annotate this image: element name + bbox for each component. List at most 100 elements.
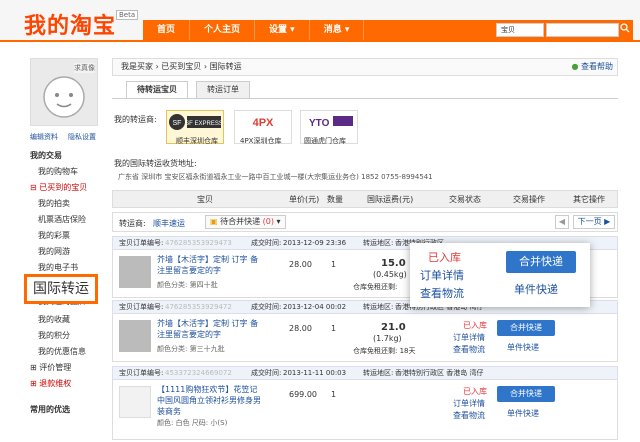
breadcrumb-path[interactable]: 我是买家 › 已买到宝贝 › 国际转运 — [121, 62, 242, 71]
order-detail-link[interactable]: 订单详情 — [453, 332, 485, 343]
expand-icon: ⊞ — [30, 363, 40, 372]
chevron-down-icon: ▾ — [276, 217, 281, 226]
top-header: 我的淘宝 Beta 首页 个人主页 设置 ▾ 消息 ▾ 宝贝 — [0, 0, 640, 42]
nav-messages[interactable]: 消息 ▾ — [310, 20, 365, 40]
tab-pending-items[interactable]: 待转运宝贝 — [126, 81, 188, 99]
sidebar-item-intl-transfer-highlight[interactable]: 国际转运 — [24, 274, 98, 304]
left-sidebar: 求真像 编辑资料 隐私设置 我的交易 我的购物车 ⊟ 已买到的宝贝 我的拍卖 机… — [22, 52, 106, 442]
taobao-logo[interactable]: 我的淘宝 — [24, 8, 116, 40]
carrier-4px-name: 4PX — [253, 117, 274, 129]
unit-price: 28.00 — [289, 324, 312, 333]
callout-single-link[interactable]: 单件快递 — [514, 281, 558, 297]
edit-profile-link[interactable]: 编辑资料 — [30, 132, 58, 142]
unit-price: 28.00 — [289, 260, 312, 269]
tab-transfer-orders[interactable]: 转运订单 — [196, 81, 250, 99]
view-logistics-link[interactable]: 查看物流 — [453, 344, 485, 355]
callout-logistics-link[interactable]: 查看物流 — [420, 285, 464, 301]
help-link-label: 查看帮助 — [581, 62, 613, 71]
order-no-label: 宝贝订单编号: — [119, 239, 164, 247]
tab-bar: 待转运宝贝 转运订单 — [126, 81, 258, 99]
product-title-link[interactable]: 芥墙【木活字】定制 订字 备注里留言要定的字 — [157, 254, 263, 276]
carrier-4px-caption: 4PX深圳仓库 — [240, 137, 282, 145]
sidebar-item-cart[interactable]: 我的购物车 — [38, 166, 78, 177]
product-sku: 颜色分类: 第三十九批 — [157, 345, 225, 353]
search-icon[interactable] — [620, 23, 632, 37]
sidebar-item-travel[interactable]: 机票酒店保险 — [38, 214, 86, 225]
merge-shipping-button[interactable]: 合并快递 — [497, 320, 555, 336]
order-no-label: 宝贝订单编号: — [119, 303, 164, 311]
sf-express-logo-icon: SF SF EXPRESS — [169, 114, 223, 130]
shipping-fee: 15.0 — [381, 258, 406, 269]
sidebar-item-favorites[interactable]: 我的收藏 — [38, 314, 70, 325]
order-region-label: 转运地区: — [363, 369, 394, 377]
merge-pending-dropdown[interactable]: ▣ 待合并快递 (0) ▾ — [205, 215, 286, 229]
col-status: 交易状态 — [449, 195, 481, 204]
order-status: 已入库 — [463, 321, 487, 330]
product-thumbnail[interactable] — [119, 386, 151, 418]
callout-merge-button[interactable]: 合并快递 — [506, 251, 576, 273]
sidebar-item-auction[interactable]: 我的拍卖 — [38, 198, 70, 209]
single-shipping-link[interactable]: 单件快递 — [507, 342, 539, 353]
order-row: 【1111购物狂欢节】花笠记中国风圆角立领衬衫男修身男装商务 颜色: 白色 尺码… — [112, 380, 618, 440]
filter-carrier-link[interactable]: 顺丰速运 — [153, 218, 185, 229]
main-nav: 首页 个人主页 设置 ▾ 消息 ▾ 宝贝 — [143, 20, 633, 40]
carrier-yto-name: YTO — [309, 118, 330, 129]
search-type-select[interactable]: 宝贝 — [496, 23, 544, 37]
sidebar-section-trade: 我的交易 — [30, 151, 62, 160]
order-no: 476285353929472 — [165, 303, 232, 311]
sidebar-section-favorites: 常用的优选 — [30, 405, 70, 414]
order-detail-link[interactable]: 订单详情 — [453, 398, 485, 409]
carriers-label: 我的转运商: — [114, 115, 157, 124]
avatar[interactable]: 求真像 — [30, 58, 98, 126]
privacy-settings-link[interactable]: 隐私设置 — [68, 132, 96, 142]
callout-order-detail-link[interactable]: 订单详情 — [420, 267, 464, 283]
tab-divider — [112, 98, 618, 99]
merge-pending-label: 待合并快递 — [220, 217, 261, 226]
sidebar-item-reviews[interactable]: ⊞ 评价管理 — [30, 362, 71, 373]
sidebar-item-reviews-label: 评价管理 — [39, 363, 72, 372]
sidebar-item-lottery[interactable]: 我的彩票 — [38, 230, 70, 241]
sidebar-item-games[interactable]: 我的网游 — [38, 246, 70, 257]
col-fee: 国际运费(元) — [367, 195, 414, 204]
nav-home[interactable]: 首页 — [143, 20, 191, 40]
next-page-button[interactable]: 下一页 ▶ — [573, 215, 615, 229]
product-title-link[interactable]: 【1111购物狂欢节】花笠记中国风圆角立领衬衫男修身男装商务 — [157, 384, 263, 417]
merge-shipping-button[interactable]: 合并快递 — [497, 386, 555, 402]
order-time: 2013-12-04 00:02 — [283, 303, 347, 311]
order-time: 2013-11-11 00:03 — [283, 369, 347, 377]
sidebar-item-bought[interactable]: ⊟ 已买到的宝贝 — [30, 182, 87, 193]
nav-settings[interactable]: 设置 ▾ — [255, 20, 310, 40]
col-item: 宝贝 — [197, 195, 213, 204]
free-storage-label: 仓库免租还剩: — [353, 283, 398, 291]
order-region-label: 转运地区: — [363, 239, 394, 247]
free-storage-days: 18天 — [399, 347, 416, 355]
sidebar-item-refund[interactable]: ⊞ 退款维权 — [30, 378, 71, 389]
prev-page-button[interactable]: ◀ — [555, 215, 569, 229]
help-link[interactable]: ● 查看帮助 — [571, 59, 613, 75]
order-header: 宝贝订单编号: 453372324669072 成交时间: 2013-11-11… — [112, 366, 618, 380]
table-header: 宝贝 单价(元) 数量 国际运费(元) 交易状态 交易操作 其它操作 — [112, 190, 618, 208]
yto-logo-icon: YTO — [309, 116, 353, 129]
free-storage-label: 仓库免租还剩: 18天 — [353, 346, 416, 356]
order-time: 2013-12-09 23:36 — [283, 239, 347, 247]
beta-badge: Beta — [116, 10, 139, 20]
search-input[interactable] — [546, 23, 619, 37]
avatar-caption: 求真像 — [74, 63, 95, 73]
order-row: 芥墙【木活字】定制 订字 备注里留言要定的字 颜色分类: 第三十九批 28.00… — [112, 314, 618, 362]
sidebar-item-ebook[interactable]: 我的电子书 — [38, 262, 78, 273]
order-time-label: 成交时间: — [251, 239, 282, 247]
filter-bar: 转运商: 顺丰速运 ▣ 待合并快递 (0) ▾ ◀ 下一页 ▶ — [112, 212, 618, 232]
order-region-label: 转运地区: — [363, 303, 394, 311]
sidebar-item-points[interactable]: 我的积分 — [38, 330, 70, 341]
product-title-link[interactable]: 芥墙【木活字】定制 订字 备注里留言要定的字 — [157, 318, 263, 340]
single-shipping-link[interactable]: 单件快递 — [507, 408, 539, 419]
nav-profile[interactable]: 个人主页 — [190, 20, 256, 40]
sidebar-item-bought-label: 已买到的宝贝 — [39, 183, 88, 192]
view-logistics-link[interactable]: 查看物流 — [453, 410, 485, 421]
product-thumbnail[interactable] — [119, 256, 151, 288]
order-time-label: 成交时间: — [251, 303, 282, 311]
quantity: 1 — [331, 324, 337, 333]
product-thumbnail[interactable] — [119, 320, 151, 352]
carrier-sf-caption: 顺丰深圳仓库 — [176, 137, 218, 145]
sidebar-item-coupons[interactable]: 我的优惠信息 — [38, 346, 86, 357]
